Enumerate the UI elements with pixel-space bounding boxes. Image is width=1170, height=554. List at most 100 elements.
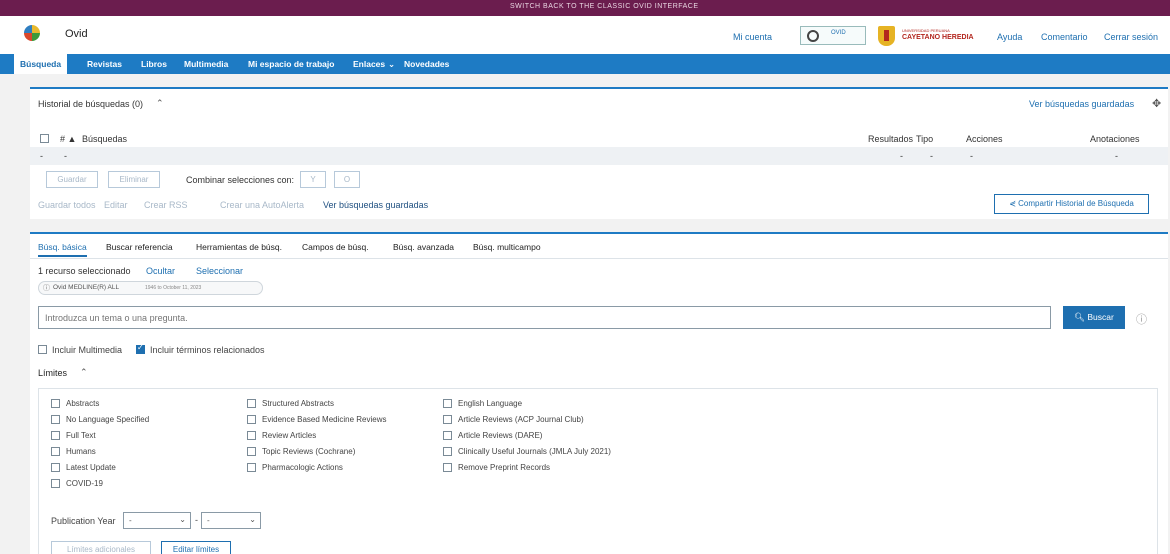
- limit-checkbox[interactable]: [51, 447, 60, 456]
- collapse-chevron-icon[interactable]: ⌃: [156, 98, 164, 109]
- top-banner: SWITCH BACK TO THE CLASSIC OVID INTERFAC…: [0, 0, 1170, 16]
- view-saved-link[interactable]: Ver búsquedas guardadas: [323, 200, 428, 210]
- limit-checkbox[interactable]: [247, 447, 256, 456]
- col-searches: Búsquedas: [82, 134, 128, 144]
- logout-link[interactable]: Cerrar sesión: [1104, 32, 1158, 42]
- university-name: CAYETANO HEREDIA: [902, 34, 974, 41]
- chevron-down-icon: ⌄: [179, 515, 186, 524]
- nav-multimedia[interactable]: Multimedia: [184, 54, 228, 74]
- include-multimedia-checkbox[interactable]: [38, 345, 47, 354]
- col-actions: Acciones: [966, 134, 1003, 144]
- limit-checkbox[interactable]: [51, 431, 60, 440]
- save-button[interactable]: Guardar: [46, 171, 98, 188]
- col-results: Resultados: [868, 134, 914, 144]
- create-rss-link[interactable]: Crear RSS: [144, 200, 188, 210]
- edit-link[interactable]: Editar: [104, 200, 128, 210]
- tab-multifield-search[interactable]: Búsq. multicampo: [473, 242, 541, 252]
- tab-find-citation[interactable]: Buscar referencia: [106, 242, 173, 252]
- limit-checkbox[interactable]: [443, 415, 452, 424]
- hide-resources-link[interactable]: Ocultar: [146, 266, 175, 276]
- share-icon: ⋞: [1009, 199, 1016, 208]
- limit-checkbox[interactable]: [247, 463, 256, 472]
- nav-workspace[interactable]: Mi espacio de trabajo: [248, 54, 334, 74]
- help-info-icon[interactable]: ⓘ: [1136, 311, 1147, 327]
- limit-checkbox[interactable]: [443, 463, 452, 472]
- header: Ovid Mi cuenta OVID UNIVERSIDAD PERUANA …: [0, 16, 1170, 54]
- chevron-down-icon: ⌄: [249, 515, 256, 524]
- col-type: Tipo: [916, 134, 934, 144]
- limit-checkbox[interactable]: [51, 415, 60, 424]
- limit-checkbox[interactable]: [443, 447, 452, 456]
- additional-limits-button[interactable]: Límites adicionales: [51, 541, 151, 554]
- search-icon: 🔍︎: [1074, 312, 1085, 322]
- feedback-link[interactable]: Comentario: [1041, 32, 1088, 42]
- chevron-down-icon[interactable]: ⌄: [388, 54, 395, 74]
- create-autoalert-link[interactable]: Crear una AutoAlerta: [220, 200, 304, 210]
- include-related-label: Incluir términos relacionados: [150, 345, 265, 355]
- brand-name: Ovid: [65, 28, 88, 40]
- year-to-select[interactable]: - ⌄: [201, 512, 261, 529]
- search-input[interactable]: [38, 306, 1051, 329]
- basic-search-panel: Búsq. básica Buscar referencia Herramien…: [30, 232, 1168, 554]
- limits-title[interactable]: Límites: [38, 368, 67, 378]
- nav-novedades[interactable]: Novedades: [404, 54, 449, 74]
- resource-chip-name: Ovid MEDLINE(R) ALL: [53, 284, 120, 291]
- limit-checkbox[interactable]: [443, 399, 452, 408]
- combine-label: Combinar selecciones con:: [186, 175, 295, 185]
- limit-checkbox[interactable]: [443, 431, 452, 440]
- classic-interface-link[interactable]: SWITCH BACK TO THE CLASSIC OVID INTERFAC…: [510, 3, 699, 10]
- tabs-divider: [30, 258, 1168, 259]
- university-logo: UNIVERSIDAD PERUANA CAYETANO HEREDIA: [878, 25, 988, 47]
- select-all-checkbox[interactable]: [40, 134, 49, 143]
- resources-selected: 1 recurso seleccionado: [38, 266, 131, 276]
- nav-revistas[interactable]: Revistas: [87, 54, 122, 74]
- university-subtitle: UNIVERSIDAD PERUANA: [902, 28, 950, 33]
- col-annotations: Anotaciones: [1090, 134, 1140, 144]
- include-multimedia-label: Incluir Multimedia: [52, 345, 123, 355]
- delete-button[interactable]: Eliminar: [108, 171, 160, 188]
- limits-box: Abstracts No Language Specified Full Tex…: [38, 388, 1158, 554]
- resource-chip[interactable]: ⓘ Ovid MEDLINE(R) ALL 1946 to October 11…: [38, 281, 263, 295]
- limit-checkbox[interactable]: [51, 463, 60, 472]
- limit-checkbox[interactable]: [247, 415, 256, 424]
- ovid-mini-logo: OVID: [800, 26, 866, 45]
- combine-or-button[interactable]: O: [334, 171, 360, 188]
- include-related-checkbox[interactable]: [136, 343, 145, 354]
- limits-collapse-icon[interactable]: ⌃: [80, 367, 88, 378]
- saved-searches-link[interactable]: Ver búsquedas guardadas: [1029, 99, 1134, 109]
- resource-chip-range: 1946 to October 11, 2023: [145, 285, 202, 291]
- nav-libros[interactable]: Libros: [141, 54, 167, 74]
- select-resources-link[interactable]: Seleccionar: [196, 266, 243, 276]
- year-separator: -: [195, 515, 198, 525]
- search-button[interactable]: 🔍︎ Buscar: [1063, 306, 1125, 329]
- limit-checkbox[interactable]: [51, 399, 60, 408]
- history-title: Historial de búsquedas (0): [38, 99, 144, 109]
- nav-busqueda[interactable]: Búsqueda: [14, 54, 68, 74]
- share-history-button[interactable]: ⋞ Compartir Historial de Búsqueda: [994, 194, 1149, 214]
- ovid-ring-icon: [807, 30, 819, 42]
- nav-enlaces[interactable]: Enlaces: [353, 54, 385, 74]
- tab-advanced-search[interactable]: Búsq. avanzada: [393, 242, 454, 252]
- tab-search-tools[interactable]: Herramientas de búsq.: [196, 242, 282, 252]
- tab-basic-search[interactable]: Búsq. básica: [38, 242, 87, 257]
- year-from-select[interactable]: - ⌄: [123, 512, 191, 529]
- combine-and-button[interactable]: Y: [300, 171, 326, 188]
- history-empty-row: - - - - - -: [30, 147, 1168, 165]
- info-icon: ⓘ: [43, 285, 50, 292]
- search-history-panel: Historial de búsquedas (0) ⌃ Ver búsqued…: [30, 87, 1168, 219]
- edit-limits-button[interactable]: Editar límites: [161, 541, 231, 554]
- limit-checkbox[interactable]: [247, 431, 256, 440]
- ovid-logo-icon[interactable]: [24, 25, 40, 41]
- publication-year-label: Publication Year: [51, 516, 116, 526]
- help-link[interactable]: Ayuda: [997, 32, 1022, 42]
- tab-search-fields[interactable]: Campos de búsq.: [302, 242, 369, 252]
- limit-checkbox[interactable]: [51, 479, 60, 488]
- ovid-logo-text: OVID: [831, 30, 846, 36]
- save-all-link[interactable]: Guardar todos: [38, 200, 96, 210]
- shield-icon: [878, 26, 895, 46]
- my-account-link[interactable]: Mi cuenta: [733, 32, 772, 42]
- limit-checkbox[interactable]: [247, 399, 256, 408]
- col-number[interactable]: # ▲: [60, 134, 76, 144]
- main-nav: Búsqueda Revistas Libros Multimedia Mi e…: [0, 54, 1170, 74]
- move-icon[interactable]: ✥: [1152, 97, 1161, 110]
